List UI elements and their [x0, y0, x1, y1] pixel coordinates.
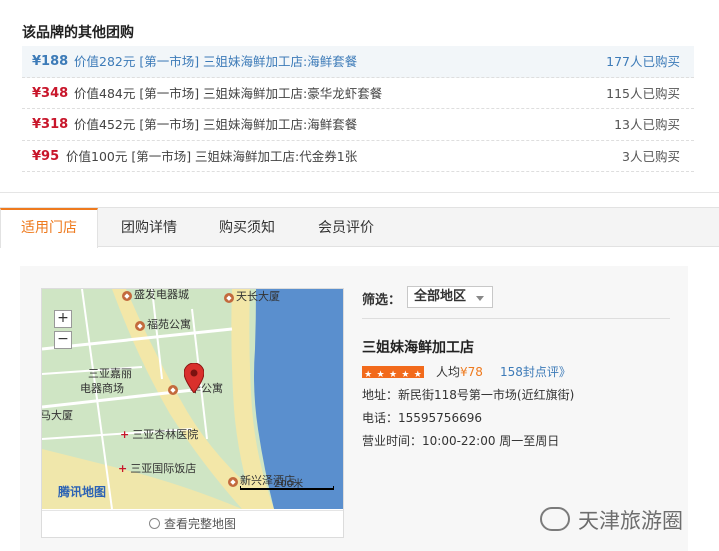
map-view[interactable]: ◆ 盛发电器城 ◆ 天长大厦 ◆ 福苑公寓 三亚嘉丽 电器商场 ◆ 华公寓 马大厦 + 三… — [42, 289, 343, 509]
map-poi-label: 马大厦 — [42, 409, 73, 422]
map-poi-label: + 三亚国际饭店 — [118, 462, 197, 475]
deal-desc[interactable]: 价值282元 [第一市场] 三姐妹海鲜加工店:海鲜套餐 — [74, 46, 357, 77]
map-box: ◆ 盛发电器城 ◆ 天长大厦 ◆ 福苑公寓 三亚嘉丽 电器商场 ◆ 华公寓 马大厦 + 三… — [41, 288, 344, 538]
map-poi-label: ◆ 盛发电器城 — [122, 289, 189, 302]
map-scale-bar — [240, 486, 334, 490]
store-hours: 营业时间：10:00-22:00 周一至周日 — [362, 434, 560, 448]
map-poi-label: 三亚嘉丽 — [88, 367, 132, 380]
deal-count: 115人已购买 — [606, 85, 680, 101]
deal-item[interactable]: ¥188 价值282元 [第一市场] 三姐妹海鲜加工店:海鲜套餐 177人已购买 — [22, 46, 694, 78]
detail-tabs: 适用门店 团购详情 购买须知 会员评价 — [0, 207, 719, 248]
map-poi-label: 电器商场 — [80, 382, 124, 395]
deal-item[interactable]: ¥348 价值484元 [第一市场] 三姐妹海鲜加工店:豪华龙虾套餐 115人已… — [22, 78, 694, 109]
tab-deal-details[interactable]: 团购详情 — [105, 208, 193, 247]
map-poi-label: ◆ 天长大厦 — [224, 289, 280, 304]
chevron-down-icon — [476, 296, 484, 301]
deal-price: ¥318 — [32, 117, 69, 132]
star-rating-icon: ★ ★ ★ ★ ★ — [362, 366, 424, 380]
deal-price: ¥188 — [32, 54, 69, 69]
filter-label: 筛选： — [362, 293, 402, 308]
map-poi-label: ◆ 福苑公寓 — [135, 316, 191, 332]
deal-count: 13人已购买 — [614, 117, 680, 132]
deal-count: 177人已购买 — [606, 54, 680, 69]
store-phone: 电话：15595756696 — [362, 411, 482, 425]
wechat-icon — [540, 507, 570, 531]
map-poi-label: + 三亚杏林医院 — [120, 428, 199, 441]
magnifier-icon — [148, 518, 160, 529]
deal-list: ¥188 价值282元 [第一市场] 三姐妹海鲜加工店:海鲜套餐 177人已购买… — [22, 46, 694, 172]
tab-purchase-notes[interactable]: 购买须知 — [203, 208, 291, 247]
tab-member-reviews[interactable]: 会员评价 — [302, 208, 390, 247]
deal-count: 3人已购买 — [622, 148, 680, 164]
map-zoom-out-button[interactable]: − — [54, 331, 72, 349]
deal-desc[interactable]: 价值100元 [第一市场] 三姐妹海鲜加工店:代金券1张 — [66, 141, 357, 172]
deal-item[interactable]: ¥95 价值100元 [第一市场] 三姐妹海鲜加工店:代金券1张 3人已购买 — [22, 141, 694, 172]
region-select-value: 全部地区 — [414, 289, 467, 304]
map-zoom-in-button[interactable]: + — [54, 310, 72, 328]
tencent-map-logo: 腾讯地图 — [58, 485, 107, 499]
view-full-map-link[interactable]: 查看完整地图 — [42, 510, 343, 537]
deal-price: ¥348 — [32, 85, 69, 101]
deal-desc[interactable]: 价值484元 [第一市场] 三姐妹海鲜加工店:豪华龙虾套餐 — [74, 78, 382, 109]
deal-item[interactable]: ¥318 价值452元 [第一市场] 三姐妹海鲜加工店:海鲜套餐 13人已购买 — [22, 109, 694, 141]
average-price: 人均¥78 — [436, 365, 483, 379]
other-deals-section: 该品牌的其他团购 ¥188 价值282元 [第一市场] 三姐妹海鲜加工店:海鲜套… — [0, 0, 719, 193]
region-select[interactable]: 全部地区 — [407, 286, 493, 308]
deal-desc[interactable]: 价值452元 [第一市场] 三姐妹海鲜加工店:海鲜套餐 — [74, 109, 357, 140]
store-address: 地址：新民街118号第一市场(近红旗街) — [362, 388, 575, 402]
other-deals-title: 该品牌的其他团购 — [22, 25, 134, 41]
tab-stores[interactable]: 适用门店 — [0, 208, 98, 248]
watermark: 天津旅游圈 — [540, 505, 683, 535]
deal-price: ¥95 — [32, 148, 60, 164]
store-name[interactable]: 三姐妹海鲜加工店 — [362, 337, 474, 357]
divider — [362, 318, 670, 319]
reviews-link[interactable]: 158封点评》 — [500, 363, 571, 380]
